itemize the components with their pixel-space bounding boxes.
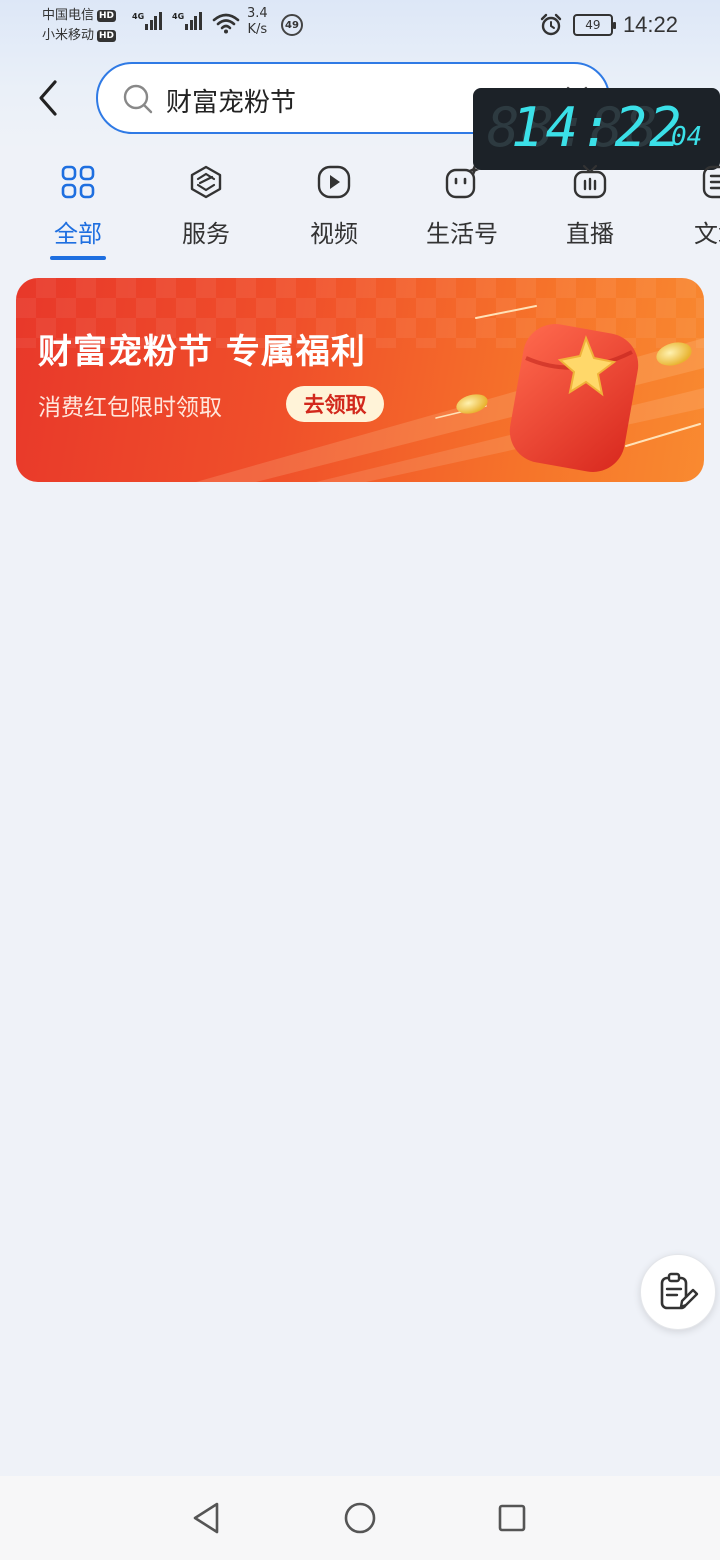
banner-title: 财富宠粉节 专属福利 xyxy=(38,332,366,372)
network-type: 4G xyxy=(132,12,145,21)
tab-label: 直播 xyxy=(566,220,614,248)
notification-badge: 49 xyxy=(281,14,303,36)
nav-recents-icon xyxy=(498,1504,526,1532)
tv-icon xyxy=(573,164,607,199)
signal-icon: 4G xyxy=(172,12,203,30)
signal-icon: 4G xyxy=(132,12,163,30)
tab-articles[interactable]: 文章 xyxy=(654,160,720,249)
tab-lifestyle[interactable]: 生活号 xyxy=(398,160,526,249)
banner-subtitle: 消费红包限时领取 xyxy=(38,395,222,421)
speed-value: 3.4 xyxy=(247,6,268,21)
tab-label: 服务 xyxy=(182,220,230,248)
tab-video[interactable]: 视频 xyxy=(270,160,398,249)
tab-label: 视频 xyxy=(310,220,358,248)
play-icon xyxy=(317,165,351,199)
carrier-info: 中国电信 HD 小米移动 HD xyxy=(42,6,117,46)
tab-live[interactable]: 直播 xyxy=(526,160,654,249)
system-nav-bar xyxy=(0,1476,720,1560)
hd-badge: HD xyxy=(97,10,117,22)
carrier-1: 中国电信 xyxy=(42,8,95,23)
tab-label: 文章 xyxy=(694,220,720,248)
battery-level: 49 xyxy=(585,18,601,32)
edit-button[interactable] xyxy=(640,1254,716,1330)
clock-seconds: 04 xyxy=(671,122,703,152)
speed-unit: K/s xyxy=(247,22,268,37)
tab-all[interactable]: 全部 xyxy=(14,160,142,249)
clock-time: 14:22 xyxy=(511,96,684,159)
nav-back-button[interactable] xyxy=(186,1498,226,1538)
cube-icon xyxy=(190,165,222,199)
promo-banner[interactable]: 财富宠粉节 专属福利 消费红包限时领取 去领取 xyxy=(16,278,704,482)
active-tab-indicator xyxy=(50,256,106,260)
chevron-left-icon xyxy=(39,80,57,116)
tab-label: 生活号 xyxy=(426,220,498,248)
battery-icon: 49 xyxy=(572,14,616,36)
nav-back-icon xyxy=(193,1502,219,1534)
back-button[interactable] xyxy=(28,76,68,120)
network-speed: 3.4 K/s xyxy=(247,6,268,38)
face-icon xyxy=(445,165,479,199)
network-type: 4G xyxy=(172,12,185,21)
search-icon xyxy=(123,84,153,114)
status-time: 14:22 xyxy=(622,12,678,37)
floating-clock[interactable]: 88:88 14:22 04 xyxy=(473,88,720,170)
carrier-2: 小米移动 xyxy=(42,28,95,43)
document-icon xyxy=(702,165,720,199)
wifi-icon xyxy=(212,13,240,34)
filter-tabs: 全部 服务 视频 生活号 直播 文 xyxy=(0,160,720,270)
claim-button[interactable]: 去领取 xyxy=(286,386,384,422)
edit-note-icon xyxy=(660,1272,699,1310)
nav-home-button[interactable] xyxy=(340,1498,380,1538)
tab-label: 全部 xyxy=(54,220,102,248)
hd-badge: HD xyxy=(97,30,117,42)
nav-home-icon xyxy=(344,1502,376,1534)
red-packet-icon xyxy=(456,324,692,472)
status-bar: 中国电信 HD 小米移动 HD 4G 4G 3.4 K/s 49 49 14:22 xyxy=(0,0,720,52)
search-input[interactable]: 财富宠粉节 xyxy=(166,82,296,119)
grid-icon xyxy=(61,165,95,199)
tab-services[interactable]: 服务 xyxy=(142,160,270,249)
nav-recents-button[interactable] xyxy=(492,1498,532,1538)
alarm-icon xyxy=(540,13,562,36)
